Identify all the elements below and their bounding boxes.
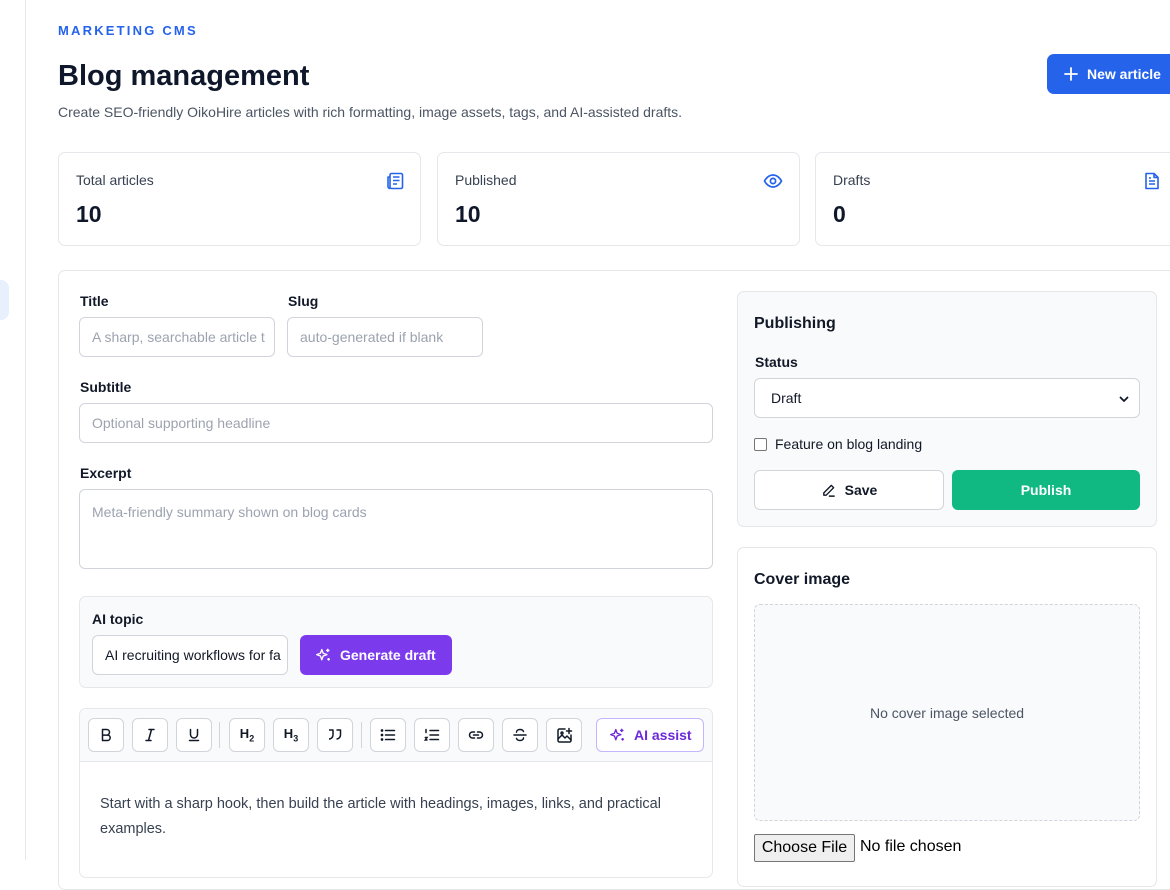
status-label: Status bbox=[755, 354, 798, 370]
underline-button[interactable] bbox=[176, 718, 212, 752]
status-value: Draft bbox=[771, 390, 802, 406]
ai-assist-label: AI assist bbox=[634, 727, 692, 743]
publishing-title: Publishing bbox=[754, 315, 836, 332]
cover-empty-text: No cover image selected bbox=[869, 704, 1025, 721]
sparkles-icon bbox=[610, 728, 624, 741]
strikethrough-button[interactable] bbox=[502, 718, 538, 752]
stat-label: Drafts bbox=[833, 172, 871, 188]
cover-image-title: Cover image bbox=[754, 571, 851, 588]
new-article-button[interactable]: New article bbox=[1047, 54, 1170, 94]
page-subtitle: Create SEO-friendly OikoHire articles wi… bbox=[58, 104, 683, 120]
choose-file-button[interactable]: Choose File bbox=[754, 834, 855, 862]
italic-button[interactable] bbox=[132, 718, 168, 752]
stat-label: Total articles bbox=[76, 172, 154, 188]
stat-card-published: Published 10 bbox=[437, 152, 800, 246]
italic-icon bbox=[145, 728, 155, 742]
heading-2-button[interactable]: H2 bbox=[229, 718, 265, 752]
status-select[interactable]: Draft bbox=[754, 378, 1140, 418]
file-text-icon bbox=[1145, 172, 1159, 190]
numbered-list-button[interactable] bbox=[414, 718, 450, 752]
editor-body[interactable]: Start with a sharp hook, then build the … bbox=[100, 792, 700, 842]
stat-label: Published bbox=[455, 172, 517, 188]
insert-image-button[interactable] bbox=[546, 718, 582, 752]
title-input[interactable]: A sharp, searchable article t bbox=[79, 317, 275, 357]
bullet-list-icon bbox=[380, 729, 396, 741]
bold-button[interactable] bbox=[88, 718, 124, 752]
slug-label: Slug bbox=[288, 293, 319, 309]
stat-card-total: Total articles 10 bbox=[58, 152, 421, 246]
generate-draft-label: Generate draft bbox=[340, 647, 436, 663]
blockquote-button[interactable] bbox=[317, 718, 353, 752]
newspaper-icon bbox=[387, 172, 404, 190]
heading-3-button[interactable]: H3 bbox=[273, 718, 309, 752]
h2-icon: H2 bbox=[239, 726, 255, 744]
feature-checkbox[interactable] bbox=[754, 438, 767, 451]
image-plus-icon bbox=[556, 727, 572, 743]
title-label: Title bbox=[80, 293, 109, 309]
strikethrough-icon bbox=[513, 728, 527, 742]
sidebar bbox=[0, 0, 26, 860]
toolbar-divider bbox=[219, 722, 220, 748]
link-icon bbox=[468, 731, 484, 739]
eye-icon bbox=[763, 174, 783, 188]
excerpt-textarea[interactable]: Meta-friendly summary shown on blog card… bbox=[79, 489, 713, 569]
underline-icon bbox=[188, 728, 200, 742]
numbered-list-icon bbox=[424, 728, 440, 741]
file-status: No file chosen bbox=[860, 838, 962, 855]
stat-value: 0 bbox=[833, 201, 846, 227]
quote-icon bbox=[328, 729, 342, 740]
bullet-list-button[interactable] bbox=[370, 718, 406, 752]
generate-draft-button[interactable]: Generate draft bbox=[300, 635, 452, 675]
plus-icon bbox=[1064, 67, 1078, 81]
sidebar-active-item[interactable] bbox=[0, 280, 9, 320]
bold-icon bbox=[101, 728, 111, 742]
save-button[interactable]: Save bbox=[754, 470, 944, 510]
ai-topic-input[interactable]: AI recruiting workflows for fa bbox=[92, 635, 288, 675]
stat-card-drafts: Drafts 0 bbox=[815, 152, 1170, 246]
link-button[interactable] bbox=[458, 718, 494, 752]
h3-icon: H3 bbox=[283, 726, 299, 744]
excerpt-label: Excerpt bbox=[80, 465, 132, 481]
chevron-down-icon bbox=[1119, 396, 1129, 402]
new-article-label: New article bbox=[1087, 66, 1161, 82]
ai-assist-button[interactable]: AI assist bbox=[596, 718, 704, 752]
subtitle-label: Subtitle bbox=[80, 379, 132, 395]
slug-input[interactable]: auto-generated if blank bbox=[287, 317, 483, 357]
sparkles-icon bbox=[316, 648, 330, 661]
stat-value: 10 bbox=[76, 201, 102, 227]
feature-label: Feature on blog landing bbox=[775, 436, 923, 452]
page-title: Blog management bbox=[58, 60, 310, 92]
cover-image-dropzone[interactable]: No cover image selected bbox=[754, 604, 1140, 821]
toolbar-divider bbox=[361, 722, 362, 748]
save-label: Save bbox=[844, 482, 878, 498]
section-eyebrow: MARKETING CMS bbox=[58, 23, 198, 38]
ai-topic-label: AI topic bbox=[92, 611, 144, 627]
pencil-icon bbox=[822, 484, 835, 497]
stat-value: 10 bbox=[455, 201, 481, 227]
subtitle-input[interactable]: Optional supporting headline bbox=[79, 403, 713, 443]
publish-button[interactable]: Publish bbox=[952, 470, 1140, 510]
